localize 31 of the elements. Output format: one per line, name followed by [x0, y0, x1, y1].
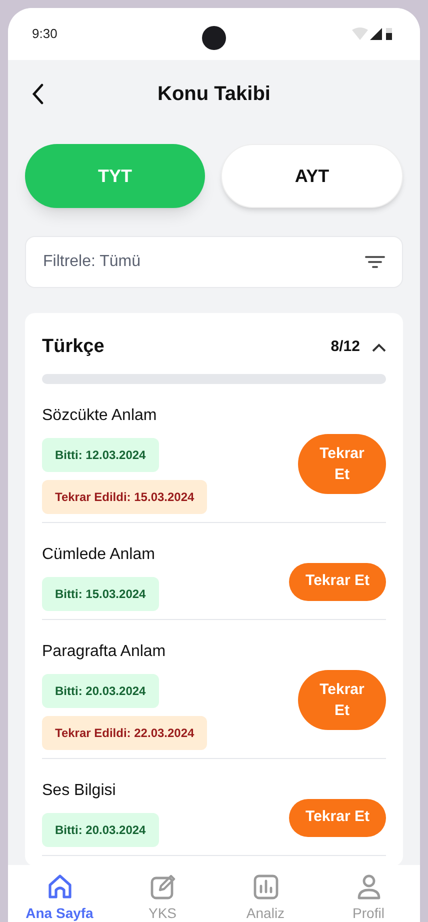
status-time: 9:30 — [32, 25, 58, 44]
done-date-tag: Bitti: 20.03.2024 — [42, 674, 159, 708]
repeat-button[interactable]: Tekrar Et — [298, 670, 386, 730]
exam-tab[interactable]: TYT — [25, 144, 205, 208]
filter-field[interactable]: Filtrele: Tümü — [25, 236, 403, 288]
repeat-button[interactable]: Tekrar Et — [289, 562, 386, 600]
topic-name: Paragrafta Anlam — [42, 642, 166, 662]
camera-icon — [202, 26, 226, 50]
topic-name: Ses Bilgisi — [42, 780, 116, 800]
repeat-button[interactable]: Tekrar Et — [298, 434, 386, 494]
nav-tab[interactable]: Profil — [324, 873, 414, 922]
repeat-button[interactable]: Tekrar Et — [289, 798, 386, 836]
home-icon — [46, 873, 74, 901]
chevron-up-icon[interactable] — [372, 342, 386, 352]
chart-icon — [252, 873, 280, 901]
done-date-tag: Bitti: 15.03.2024 — [42, 576, 159, 610]
topic-name: Cümlede Anlam — [42, 544, 155, 564]
nav-tab[interactable]: Analiz — [220, 873, 310, 922]
done-date-tag: Bitti: 20.03.2024 — [42, 812, 159, 846]
nav-tab[interactable]: YKS — [118, 873, 208, 922]
filter-icon[interactable] — [365, 255, 385, 269]
done-date-tag: Bitti: 12.03.2024 — [42, 438, 159, 472]
repeat-date-tag: Tekrar Edildi: 22.03.2024 — [42, 716, 208, 750]
edit-icon — [148, 873, 176, 901]
repeat-date-tag: Tekrar Edildi: 15.03.2024 — [42, 480, 208, 514]
topic-name: Sözcükte Anlam — [42, 406, 157, 426]
subject-title: Türkçe — [42, 335, 104, 359]
progress-count: 8/12 — [330, 337, 360, 357]
screen-title: Konu Takibi — [156, 82, 272, 107]
nav-tab[interactable]: Ana Sayfa — [14, 873, 104, 922]
exam-tab[interactable]: AYT — [221, 144, 403, 208]
